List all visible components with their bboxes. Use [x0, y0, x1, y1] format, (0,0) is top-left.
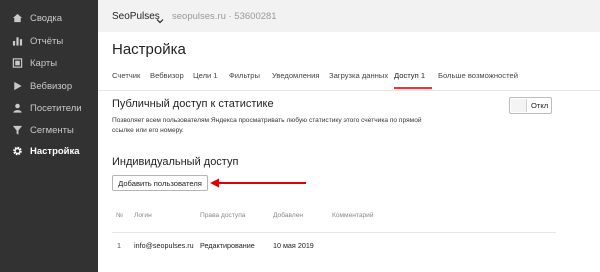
add-user-button[interactable]: Добавить пользователя [112, 175, 208, 191]
sidebar-item-vebvizor[interactable]: Вебвизор [0, 74, 98, 98]
column-header: Права доступа [200, 212, 246, 219]
access-rights[interactable]: Редактирование [200, 241, 255, 250]
counter-selector[interactable]: SeoPulses [112, 11, 160, 22]
tab-counter[interactable]: Счетчик [112, 71, 140, 80]
tab-goals[interactable]: Цели 1 [193, 71, 218, 80]
sidebar-item-karty[interactable]: Карты [0, 51, 98, 75]
chevron-down-icon[interactable] [156, 12, 164, 24]
tab-access[interactable]: Доступ 1 [394, 71, 425, 80]
column-header: Логин [134, 212, 152, 219]
column-header: № [116, 212, 124, 219]
public-access-toggle[interactable]: Откл [509, 97, 552, 114]
sidebar-item-otchety[interactable]: Отчёты [0, 29, 98, 53]
toggle-knob [511, 99, 527, 112]
sidebar-item-label: Сводка [30, 12, 63, 24]
page-title: Настройка [112, 41, 186, 58]
column-header: Комментарий [332, 212, 374, 219]
added-date: 10 мая 2019 [273, 241, 314, 250]
tab-data-upload[interactable]: Загрузка данных [329, 71, 388, 80]
play-icon [12, 81, 23, 92]
tab-webvisor[interactable]: Вебвизор [150, 71, 184, 80]
sidebar-item-label: Отчёты [30, 35, 64, 47]
individual-access-title: Индивидуальный доступ [112, 156, 239, 168]
home-icon [12, 13, 23, 24]
sidebar-item-posetiteli[interactable]: Посетители [0, 96, 98, 120]
active-tab-indicator [394, 87, 432, 89]
top-bar: SeoPulses seopulses.ru · 53600281 [98, 0, 600, 32]
sidebar-item-label: Карты [30, 57, 58, 69]
red-arrow-annotation [210, 178, 306, 188]
public-access-description: Позволяет всем пользователям Яндекса про… [112, 117, 422, 134]
main-panel: Настройка Счетчик Вебвизор Цели 1 Фильтр… [98, 32, 600, 272]
sidebar: Сводка Отчёты Карты Вебвизор Посетители … [0, 0, 98, 272]
public-access-title: Публичный доступ к статистике [112, 98, 274, 110]
sidebar-item-label: Настройка [30, 145, 80, 157]
user-login: info@seopulses.ru [134, 241, 194, 250]
sidebar-item-label: Посетители [30, 102, 82, 114]
divider [98, 90, 600, 91]
user-icon [12, 103, 23, 114]
sidebar-item-label: Сегменты [30, 124, 74, 136]
counter-site-info: seopulses.ru · 53600281 [172, 11, 277, 22]
sidebar-item-label: Вебвизор [30, 80, 73, 92]
sidebar-item-nastroika[interactable]: Настройка [0, 139, 98, 163]
filter-icon [12, 125, 23, 136]
tab-more-features[interactable]: Больше возможностей [438, 71, 518, 80]
divider [112, 232, 556, 233]
row-number: 1 [117, 241, 121, 250]
column-header: Добавлен [273, 212, 304, 219]
tab-notifications[interactable]: Уведомления [272, 71, 319, 80]
map-icon [12, 58, 23, 69]
bar-chart-icon [12, 36, 23, 47]
sidebar-item-svodka[interactable]: Сводка [0, 6, 98, 30]
gear-icon [12, 146, 23, 157]
toggle-label: Откл [531, 101, 549, 110]
tab-filters[interactable]: Фильтры [229, 71, 260, 80]
